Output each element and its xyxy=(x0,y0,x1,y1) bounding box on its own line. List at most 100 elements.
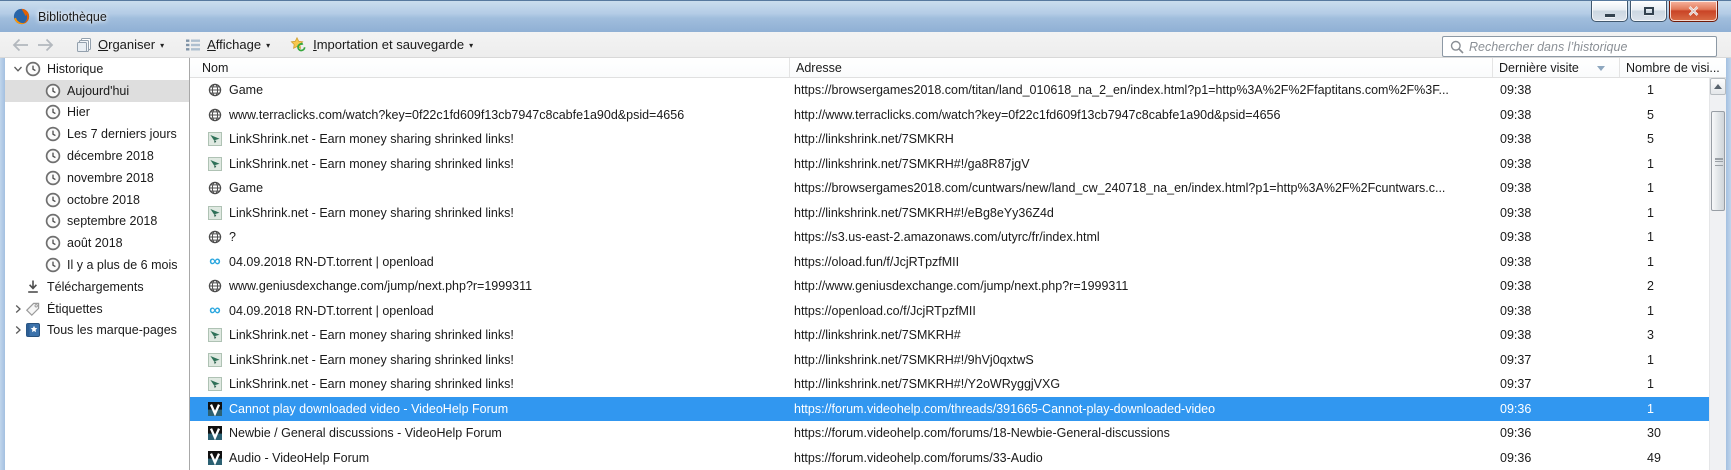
search-input[interactable] xyxy=(1469,39,1716,54)
table-row[interactable]: www.terraclicks.com/watch?key=0f22c1fd60… xyxy=(190,103,1709,128)
videohelp-icon xyxy=(207,426,222,441)
name-cell: Audio - VideoHelp Forum xyxy=(190,450,790,465)
globe-icon xyxy=(207,83,222,98)
table-row[interactable]: LinkShrink.net - Earn money sharing shri… xyxy=(190,201,1709,226)
tag-icon xyxy=(24,300,41,317)
maximize-icon xyxy=(1643,7,1654,15)
address-cell: https://oload.fun/f/JcjRTpzfMII xyxy=(794,254,960,269)
page-title-text: Newbie / General discussions - VideoHelp… xyxy=(229,426,502,441)
table-row[interactable]: LinkShrink.net - Earn money sharing shri… xyxy=(190,152,1709,177)
sidebar-item-label: Étiquettes xyxy=(47,301,103,316)
sidebar-item-aout-2018[interactable]: août 2018 xyxy=(5,232,189,254)
scrollbar-thumb[interactable] xyxy=(1711,111,1725,211)
visit-count-cell: 1 xyxy=(1647,181,1654,196)
table-row[interactable]: LinkShrink.net - Earn money sharing shri… xyxy=(190,323,1709,348)
maximize-button[interactable] xyxy=(1630,1,1667,22)
table-row[interactable]: LinkShrink.net - Earn money sharing shri… xyxy=(190,372,1709,397)
name-cell: LinkShrink.net - Earn money sharing shri… xyxy=(190,132,790,147)
views-menu-button[interactable]: Affichage ▾ xyxy=(184,37,270,53)
twisty-closed-icon[interactable] xyxy=(11,304,24,314)
sidebar-item-decembre-2018[interactable]: décembre 2018 xyxy=(5,145,189,167)
search-icon xyxy=(1450,40,1464,54)
last-visit-cell: 09:38 xyxy=(1500,83,1532,98)
clock-icon xyxy=(44,213,61,230)
name-cell: ∞ 04.09.2018 RN-DT.torrent | openload xyxy=(190,254,790,269)
scroll-up-button[interactable] xyxy=(1710,78,1726,95)
sidebar-item-septembre-2018[interactable]: septembre 2018 xyxy=(5,211,189,233)
globe-icon xyxy=(207,279,222,294)
organize-menu-button[interactable]: Organiser ▾ xyxy=(75,37,164,53)
sidebar-item-plus-de-6-mois[interactable]: Il y a plus de 6 mois xyxy=(5,254,189,276)
forward-button[interactable] xyxy=(35,37,55,53)
visit-count-cell: 1 xyxy=(1647,303,1654,318)
last-visit-cell: 09:36 xyxy=(1500,450,1532,465)
visit-count-cell: 1 xyxy=(1647,377,1654,392)
sidebar: Historique Aujourd'hui Hier Les 7 derniers … xyxy=(5,58,190,470)
page-title-text: LinkShrink.net - Earn money sharing shri… xyxy=(229,156,514,171)
name-cell: Cannot play downloaded video - VideoHelp… xyxy=(190,401,790,416)
address-cell: http://www.terraclicks.com/watch?key=0f2… xyxy=(794,107,1281,122)
table-row[interactable]: Newbie / General discussions - VideoHelp… xyxy=(190,421,1709,446)
page-title-text: www.geniusdexchange.com/jump/next.php?r=… xyxy=(229,279,533,294)
table-row[interactable]: LinkShrink.net - Earn money sharing shri… xyxy=(190,127,1709,152)
titlebar[interactable]: Bibliothèque xyxy=(0,0,1731,32)
table-row[interactable]: ∞ 04.09.2018 RN-DT.torrent | openload http… xyxy=(190,250,1709,275)
back-button[interactable] xyxy=(11,37,31,53)
visit-count-cell: 1 xyxy=(1647,352,1654,367)
import-backup-menu-button[interactable]: Importation et sauvegarde ▾ xyxy=(290,36,473,53)
table-row[interactable]: LinkShrink.net - Earn money sharing shri… xyxy=(190,348,1709,373)
search-box xyxy=(1442,36,1717,57)
clock-icon xyxy=(44,126,61,143)
clock-icon xyxy=(44,148,61,165)
sidebar-item-hier[interactable]: Hier xyxy=(5,102,189,124)
sidebar-item-novembre-2018[interactable]: novembre 2018 xyxy=(5,167,189,189)
close-button[interactable] xyxy=(1669,1,1718,22)
table-row[interactable]: ? https://s3.us-east-2.amazonaws.com/utyr… xyxy=(190,225,1709,250)
table-row[interactable]: ∞ 04.09.2018 RN-DT.torrent | openload http… xyxy=(190,299,1709,324)
address-cell: https://forum.videohelp.com/forums/18-Ne… xyxy=(794,426,1170,441)
last-visit-cell: 09:36 xyxy=(1500,426,1532,441)
sidebar-item-historique[interactable]: Historique xyxy=(5,58,189,80)
globe-icon xyxy=(207,181,222,196)
visit-count-cell: 49 xyxy=(1647,450,1661,465)
forward-arrow-icon xyxy=(38,38,54,51)
vertical-scrollbar[interactable] xyxy=(1709,78,1726,470)
library-window: Bibliothèque Organiser ▾ Affichage ▾ Importa… xyxy=(0,0,1731,470)
history-panel: Nom Adresse Dernière visite Nombre de visi.… xyxy=(190,58,1726,470)
sidebar-item-octobre-2018[interactable]: octobre 2018 xyxy=(5,189,189,211)
page-title-text: Game xyxy=(229,83,264,98)
address-cell: https://openload.co/f/JcjRTpzfMII xyxy=(794,303,976,318)
last-visit-cell: 09:38 xyxy=(1500,107,1532,122)
column-header-visits[interactable]: Nombre de visi... xyxy=(1620,58,1726,77)
column-header-last_visit[interactable]: Dernière visite xyxy=(1493,58,1620,77)
sidebar-item-telechargements[interactable]: Téléchargements xyxy=(5,276,189,298)
name-cell: ? xyxy=(190,230,790,245)
last-visit-cell: 09:38 xyxy=(1500,279,1532,294)
table-row[interactable]: Game https://browsergames2018.com/cuntwar… xyxy=(190,176,1709,201)
table-body: Game https://browsergames2018.com/titan/l… xyxy=(190,78,1709,470)
column-header-address[interactable]: Adresse xyxy=(790,58,1493,77)
column-header-name[interactable]: Nom xyxy=(190,58,790,77)
table-row[interactable]: Game https://browsergames2018.com/titan/l… xyxy=(190,78,1709,103)
sidebar-item-label: Tous les marque-pages xyxy=(47,323,177,338)
sidebar-item-etiquettes[interactable]: Étiquettes xyxy=(5,298,189,320)
last-visit-cell: 09:38 xyxy=(1500,181,1532,196)
page-title-text: 04.09.2018 RN-DT.torrent | openload xyxy=(229,303,434,318)
videohelp-icon xyxy=(207,450,222,465)
sidebar-item-7-derniers-jours[interactable]: Les 7 derniers jours xyxy=(5,123,189,145)
table-row[interactable]: Cannot play downloaded video - VideoHelp… xyxy=(190,396,1709,421)
sidebar-item-label: Hier xyxy=(67,105,90,120)
sidebar-item-aujourdhui[interactable]: Aujourd'hui xyxy=(5,79,189,102)
visit-count-cell: 1 xyxy=(1647,205,1654,220)
table-row[interactable]: Audio - VideoHelp Forum https://forum.vid… xyxy=(190,446,1709,470)
clock-icon xyxy=(44,169,61,186)
address-cell: http://linkshrink.net/7SMKRH#!/ga8R87jgV xyxy=(794,156,1030,171)
last-visit-cell: 09:37 xyxy=(1500,352,1532,367)
twisty-open-icon[interactable] xyxy=(11,64,24,74)
table-row[interactable]: www.geniusdexchange.com/jump/next.php?r=… xyxy=(190,274,1709,299)
globe-icon xyxy=(207,107,222,122)
sidebar-item-marque-pages[interactable]: Tous les marque-pages xyxy=(5,320,189,342)
name-cell: www.geniusdexchange.com/jump/next.php?r=… xyxy=(190,279,790,294)
twisty-closed-icon[interactable] xyxy=(11,325,24,335)
minimize-button[interactable] xyxy=(1591,1,1628,22)
